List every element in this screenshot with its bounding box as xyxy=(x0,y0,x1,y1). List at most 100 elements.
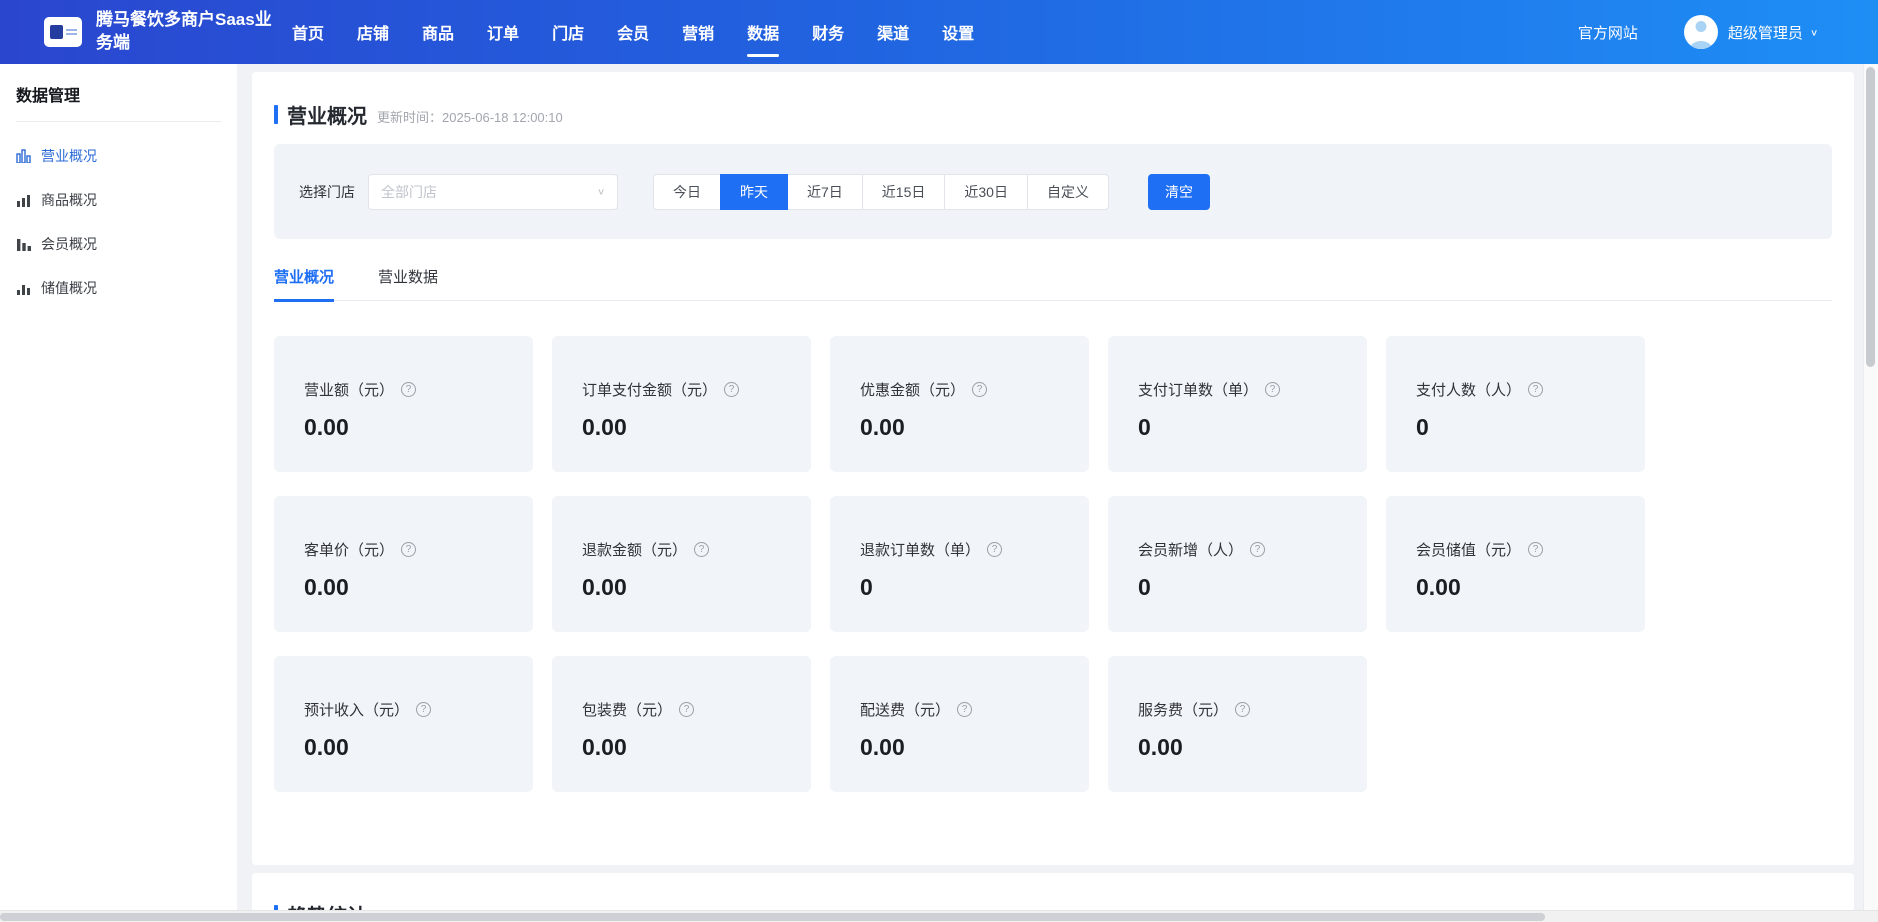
stat-card-revenue: 营业额（元）? 0.00 xyxy=(274,336,533,472)
top-navbar: 腾马餐饮多商户Saas业务端 首页 店铺 商品 订单 门店 会员 营销 数据 财… xyxy=(0,0,1878,64)
nav-item-home[interactable]: 首页 xyxy=(292,0,324,66)
stat-value: 0.00 xyxy=(1138,734,1357,761)
sidebar-item-label: 储值概况 xyxy=(41,278,97,298)
navbar-right: 官方网站 超级管理员 ∨ xyxy=(1578,15,1818,49)
help-icon[interactable]: ? xyxy=(957,702,972,717)
user-name: 超级管理员 xyxy=(1728,22,1803,43)
help-icon[interactable]: ? xyxy=(724,382,739,397)
sidebar-item-goods-overview[interactable]: 商品概况 xyxy=(16,190,221,210)
nav-item-data[interactable]: 数据 xyxy=(747,0,779,66)
range-button-last7days[interactable]: 近7日 xyxy=(787,174,863,210)
help-icon[interactable]: ? xyxy=(401,382,416,397)
stat-label: 服务费（元） xyxy=(1138,699,1228,720)
vertical-scrollbar-thumb[interactable] xyxy=(1866,67,1875,367)
stat-value: 0.00 xyxy=(582,414,801,441)
date-range-group: 今日 昨天 近7日 近15日 近30日 自定义 xyxy=(653,174,1109,210)
avatar-person-body-icon xyxy=(1690,41,1712,49)
help-icon[interactable]: ? xyxy=(972,382,987,397)
page-title: 营业概况 xyxy=(287,100,367,129)
nav-item-marketing[interactable]: 营销 xyxy=(682,0,714,66)
horizontal-scrollbar[interactable] xyxy=(0,910,1878,922)
user-menu[interactable]: 超级管理员 ∨ xyxy=(1684,15,1818,49)
accent-bar xyxy=(274,105,278,124)
range-button-custom[interactable]: 自定义 xyxy=(1027,174,1109,210)
stat-card-order-paid-amount: 订单支付金额（元）? 0.00 xyxy=(552,336,811,472)
user-avatar[interactable] xyxy=(1684,15,1718,49)
stat-card-refund-amount: 退款金额（元）? 0.00 xyxy=(552,496,811,632)
stat-value: 0.00 xyxy=(304,574,523,601)
sidebar-item-member-overview[interactable]: 会员概况 xyxy=(16,234,221,254)
stat-label: 支付订单数（单） xyxy=(1138,379,1258,400)
section-header: 营业概况 更新时间：2025-06-18 12:00:10 xyxy=(274,100,1832,129)
nav-item-channels[interactable]: 渠道 xyxy=(877,0,909,66)
update-time: 更新时间：2025-06-18 12:00:10 xyxy=(377,107,563,126)
stat-value: 0 xyxy=(1138,574,1357,601)
range-button-yesterday[interactable]: 昨天 xyxy=(720,174,788,210)
help-icon[interactable]: ? xyxy=(416,702,431,717)
business-overview-panel: 营业概况 更新时间：2025-06-18 12:00:10 选择门店 全部门店 … xyxy=(252,72,1854,865)
vertical-scrollbar[interactable] xyxy=(1863,64,1878,910)
stat-card-service-fee: 服务费（元）? 0.00 xyxy=(1108,656,1367,792)
nav-item-finance[interactable]: 财务 xyxy=(812,0,844,66)
sidebar: 数据管理 营业概况 商品概况 会员概况 xyxy=(0,64,237,922)
stat-label: 退款订单数（单） xyxy=(860,539,980,560)
nav-item-members[interactable]: 会员 xyxy=(617,0,649,66)
help-icon[interactable]: ? xyxy=(1250,542,1265,557)
horizontal-scrollbar-thumb[interactable] xyxy=(0,913,1545,921)
stat-label: 营业额（元） xyxy=(304,379,394,400)
stat-label: 订单支付金额（元） xyxy=(582,379,717,400)
stat-label: 客单价（元） xyxy=(304,539,394,560)
tab-business-overview[interactable]: 营业概况 xyxy=(274,266,334,302)
help-icon[interactable]: ? xyxy=(1235,702,1250,717)
stat-label: 预计收入（元） xyxy=(304,699,409,720)
logo-text-lines xyxy=(66,29,77,35)
store-select[interactable]: 全部门店 ∨ xyxy=(368,174,618,210)
logo-glyph-icon xyxy=(50,25,63,39)
stat-label: 会员储值（元） xyxy=(1416,539,1521,560)
sidebar-item-stored-value-overview[interactable]: 储值概况 xyxy=(16,278,221,298)
stat-value: 0 xyxy=(1138,414,1357,441)
help-icon[interactable]: ? xyxy=(1528,382,1543,397)
help-icon[interactable]: ? xyxy=(1265,382,1280,397)
nav-item-shop[interactable]: 店铺 xyxy=(357,0,389,66)
stat-value: 0 xyxy=(860,574,1079,601)
range-button-today[interactable]: 今日 xyxy=(653,174,721,210)
app-logo[interactable] xyxy=(44,17,82,47)
stat-label: 支付人数（人） xyxy=(1416,379,1521,400)
range-button-last15days[interactable]: 近15日 xyxy=(862,174,946,210)
stat-card-avg-order-value: 客单价（元）? 0.00 xyxy=(274,496,533,632)
sidebar-item-business-overview[interactable]: 营业概况 xyxy=(16,146,221,166)
nav-item-settings[interactable]: 设置 xyxy=(942,0,974,66)
sidebar-item-label: 商品概况 xyxy=(41,190,97,210)
help-icon[interactable]: ? xyxy=(694,542,709,557)
page-layout: 数据管理 营业概况 商品概况 会员概况 xyxy=(0,64,1878,922)
stat-card-refund-orders: 退款订单数（单）? 0 xyxy=(830,496,1089,632)
clear-button[interactable]: 清空 xyxy=(1148,174,1210,210)
avatar-person-icon xyxy=(1695,21,1706,32)
store-filter-label: 选择门店 xyxy=(299,182,355,202)
stat-value: 0.00 xyxy=(582,574,801,601)
help-icon[interactable]: ? xyxy=(679,702,694,717)
help-icon[interactable]: ? xyxy=(987,542,1002,557)
bar-chart-icon xyxy=(16,281,32,295)
nav-item-orders[interactable]: 订单 xyxy=(487,0,519,66)
range-button-last30days[interactable]: 近30日 xyxy=(944,174,1028,210)
stat-label: 配送费（元） xyxy=(860,699,950,720)
help-icon[interactable]: ? xyxy=(401,542,416,557)
bar-chart-icon xyxy=(16,237,32,251)
tab-business-data[interactable]: 营业数据 xyxy=(378,266,438,302)
stat-card-member-stored-value: 会员储值（元）? 0.00 xyxy=(1386,496,1645,632)
stat-card-delivery-fee: 配送费（元）? 0.00 xyxy=(830,656,1089,792)
stat-label: 优惠金额（元） xyxy=(860,379,965,400)
help-icon[interactable]: ? xyxy=(1528,542,1543,557)
nav-item-stores[interactable]: 门店 xyxy=(552,0,584,66)
stat-label: 会员新增（人） xyxy=(1138,539,1243,560)
filter-bar: 选择门店 全部门店 ∨ 今日 昨天 近7日 近15日 近30日 自定义 清空 xyxy=(274,144,1832,239)
stat-card-grid: 营业额（元）? 0.00 订单支付金额（元）? 0.00 优惠金额（元）? 0.… xyxy=(274,336,1832,792)
chevron-down-icon: ∨ xyxy=(597,186,605,196)
stat-value: 0.00 xyxy=(304,414,523,441)
official-site-link[interactable]: 官方网站 xyxy=(1578,22,1638,43)
main-content: 营业概况 更新时间：2025-06-18 12:00:10 选择门店 全部门店 … xyxy=(237,64,1878,922)
nav-item-goods[interactable]: 商品 xyxy=(422,0,454,66)
stat-value: 0.00 xyxy=(860,414,1079,441)
